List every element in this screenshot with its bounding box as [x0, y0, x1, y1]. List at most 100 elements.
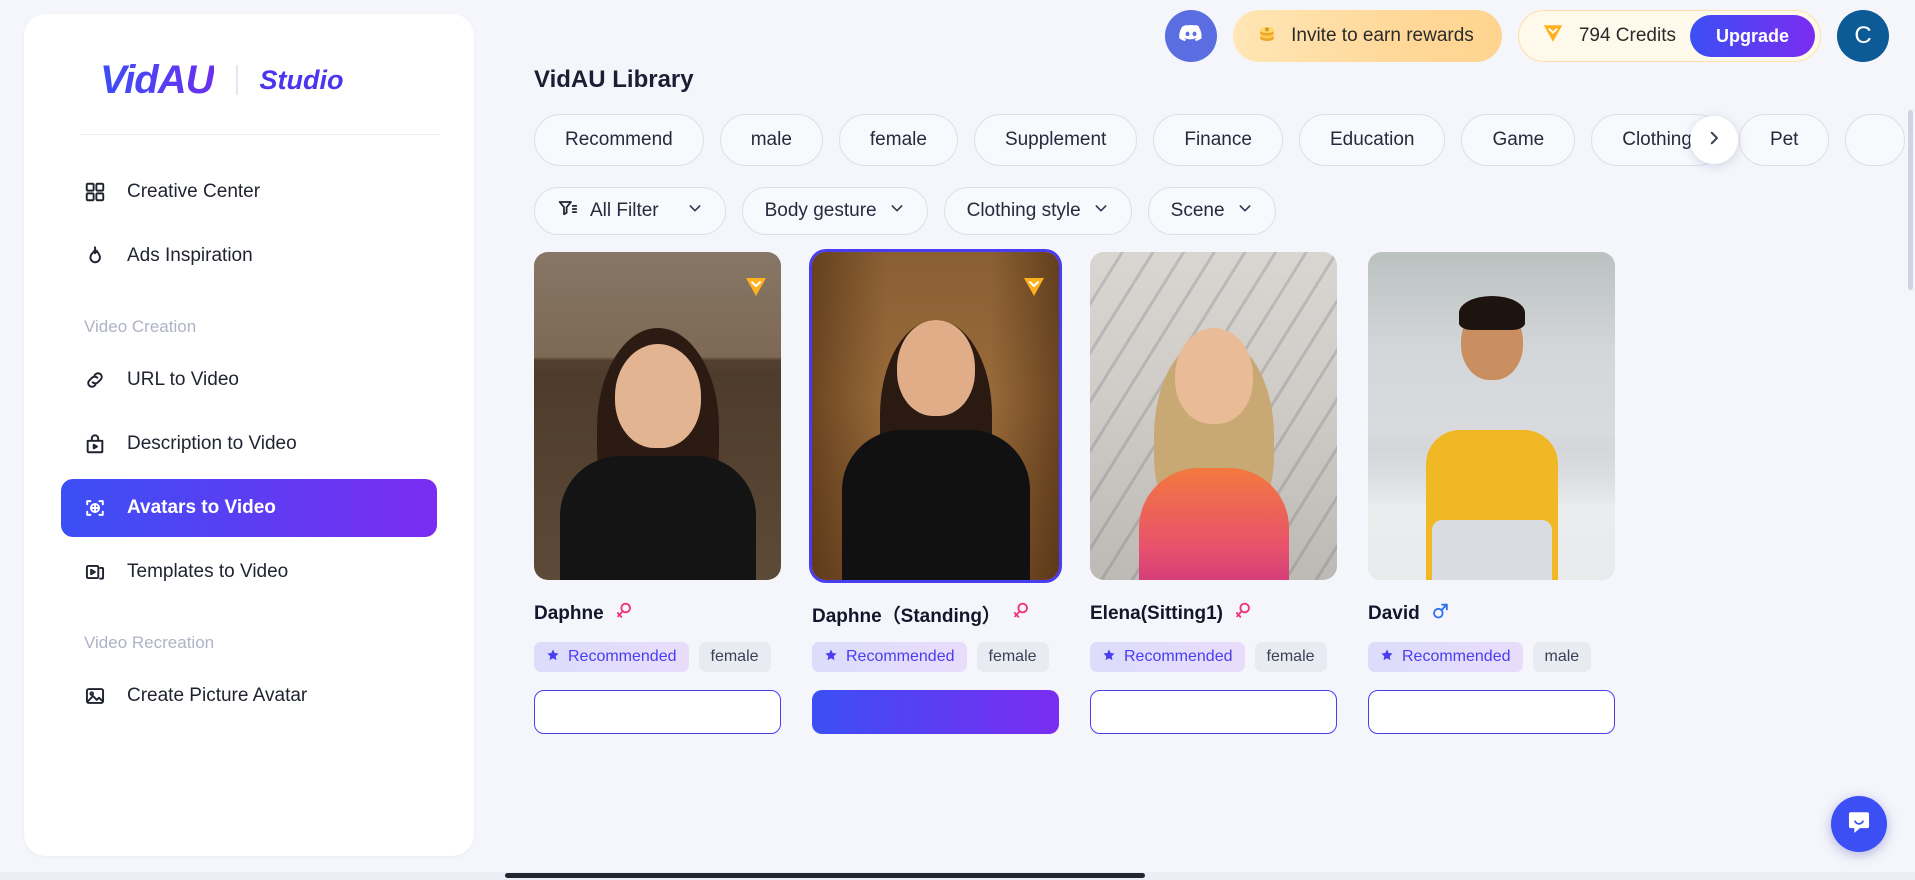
gender-female-icon [1233, 600, 1253, 628]
brand-separator [235, 65, 238, 95]
sidebar-item-description-to-video[interactable]: Description to Video [61, 415, 437, 473]
sidebar-item-ads-inspiration[interactable]: Ads Inspiration [61, 227, 437, 285]
sidebar-item-creative-center[interactable]: Creative Center [61, 163, 437, 221]
sidebar-item-create-picture-avatar[interactable]: Create Picture Avatar [61, 667, 437, 725]
recommended-label: Recommended [1124, 648, 1233, 665]
filter-all[interactable]: All Filter [534, 187, 726, 235]
avatar-select-button[interactable] [1090, 690, 1337, 734]
gender-badge: female [976, 642, 1049, 672]
recommended-label: Recommended [1402, 648, 1511, 665]
gender-female-icon [614, 600, 634, 628]
chip-male[interactable]: male [719, 114, 823, 166]
gender-badge: male [1532, 642, 1592, 672]
flame-icon [83, 244, 107, 268]
avatar-target-icon [83, 496, 107, 520]
avatar-tags: Recommended male [1368, 642, 1615, 672]
page-title: VidAU Library [534, 66, 694, 93]
gem-badge-icon [743, 276, 769, 298]
filter-scene[interactable]: Scene [1147, 187, 1276, 235]
avatar-card: David Recommended male [1368, 252, 1615, 739]
chevron-right-icon [1705, 129, 1723, 152]
chat-support-button[interactable] [1831, 796, 1887, 852]
avatar-card: Elena(Sitting1) Recommended female [1090, 252, 1337, 739]
star-icon [546, 648, 560, 667]
avatar-select-button[interactable] [534, 690, 781, 734]
brand: VidAU Studio [24, 14, 474, 106]
avatar-card-name-row: David [1368, 600, 1615, 628]
filters-row: All Filter Body gesture Clothing style S… [534, 187, 1276, 235]
horizontal-scrollbar[interactable] [505, 873, 1145, 878]
star-icon [824, 648, 838, 667]
avatar-name: Daphne [534, 603, 604, 624]
chevron-down-icon [889, 200, 905, 222]
sidebar-item-avatars-to-video[interactable]: Avatars to Video [61, 479, 437, 537]
avatar-select-button[interactable] [812, 690, 1059, 734]
avatar-thumbnail[interactable] [1368, 252, 1615, 580]
chip-overflow[interactable] [1845, 114, 1906, 166]
chevron-down-icon [1093, 200, 1109, 222]
filter-body-gesture-label: Body gesture [764, 200, 877, 221]
sidebar-item-label: Description to Video [127, 433, 297, 454]
chip-finance[interactable]: Finance [1153, 114, 1283, 166]
sidebar-item-templates-to-video[interactable]: Templates to Video [61, 543, 437, 601]
gender-male-icon [1430, 600, 1450, 628]
brand-subtitle: Studio [259, 64, 344, 95]
templates-icon [83, 560, 107, 584]
chips-next-button[interactable] [1690, 116, 1738, 164]
chip-supplement[interactable]: Supplement [973, 114, 1138, 166]
sidebar: VidAU Studio Creative Center Ads Inspira… [24, 14, 474, 856]
sidebar-nav: Creative Center Ads Inspiration Video Cr… [24, 135, 474, 725]
filter-body-gesture[interactable]: Body gesture [741, 187, 928, 235]
avatar-thumbnail[interactable] [1090, 252, 1337, 580]
avatar-card-grid: Daphne Recommended female Daphne（Standin… [534, 252, 1615, 739]
sidebar-item-label: Create Picture Avatar [127, 685, 308, 706]
chip-recommend[interactable]: Recommend [534, 114, 704, 166]
status-badge-recommended: Recommended [534, 642, 689, 672]
sidebar-item-url-to-video[interactable]: URL to Video [61, 351, 437, 409]
sidebar-item-label: URL to Video [127, 369, 239, 390]
link-icon [83, 368, 107, 392]
avatar-name: Elena(Sitting1) [1090, 603, 1224, 624]
sidebar-group-video-recreation: Video Recreation [84, 633, 215, 652]
filter-all-label: All Filter [590, 200, 659, 221]
status-badge-recommended: Recommended [1090, 642, 1245, 672]
sidebar-item-label: Ads Inspiration [127, 245, 253, 266]
avatar-card-name-row: Elena(Sitting1) [1090, 600, 1337, 628]
gender-badge: female [698, 642, 771, 672]
avatar-thumbnail[interactable] [812, 252, 1059, 580]
sidebar-item-label: Avatars to Video [127, 497, 276, 518]
app-root: VidAU Studio Creative Center Ads Inspira… [0, 0, 1915, 880]
brand-logo: VidAU [100, 57, 215, 102]
avatar-card-name-row: Daphne（Standing） [812, 600, 1059, 628]
chip-female[interactable]: female [838, 114, 958, 166]
recommended-label: Recommended [846, 648, 955, 665]
avatar-card: Daphne（Standing） Recommended female [812, 252, 1059, 739]
star-icon [1102, 648, 1116, 667]
filter-icon [557, 198, 578, 225]
chip-pet[interactable]: Pet [1738, 114, 1830, 166]
sidebar-item-label: Creative Center [127, 181, 261, 202]
filter-scene-label: Scene [1170, 200, 1225, 221]
avatar-tags: Recommended female [1090, 642, 1337, 672]
star-icon [1380, 648, 1394, 667]
gender-badge: female [1254, 642, 1327, 672]
filter-clothing-style-label: Clothing style [966, 200, 1081, 221]
gem-badge-icon [1021, 276, 1047, 298]
chip-education[interactable]: Education [1298, 114, 1446, 166]
avatar-card: Daphne Recommended female [534, 252, 781, 739]
avatar-select-button[interactable] [1368, 690, 1615, 734]
image-icon [83, 684, 107, 708]
avatar-thumbnail[interactable] [534, 252, 781, 580]
sidebar-group-video-creation: Video Creation [84, 317, 197, 336]
chip-game[interactable]: Game [1461, 114, 1576, 166]
avatar-tags: Recommended female [534, 642, 781, 672]
avatar-card-name-row: Daphne [534, 600, 781, 628]
sidebar-item-label: Templates to Video [127, 561, 289, 582]
vertical-scrollbar[interactable] [1908, 110, 1913, 290]
status-badge-recommended: Recommended [812, 642, 967, 672]
status-badge-recommended: Recommended [1368, 642, 1523, 672]
avatar-name: Daphne（Standing） [812, 605, 1001, 627]
filter-clothing-style[interactable]: Clothing style [943, 187, 1132, 235]
bag-play-icon [83, 432, 107, 456]
avatar-name: David [1368, 603, 1420, 624]
